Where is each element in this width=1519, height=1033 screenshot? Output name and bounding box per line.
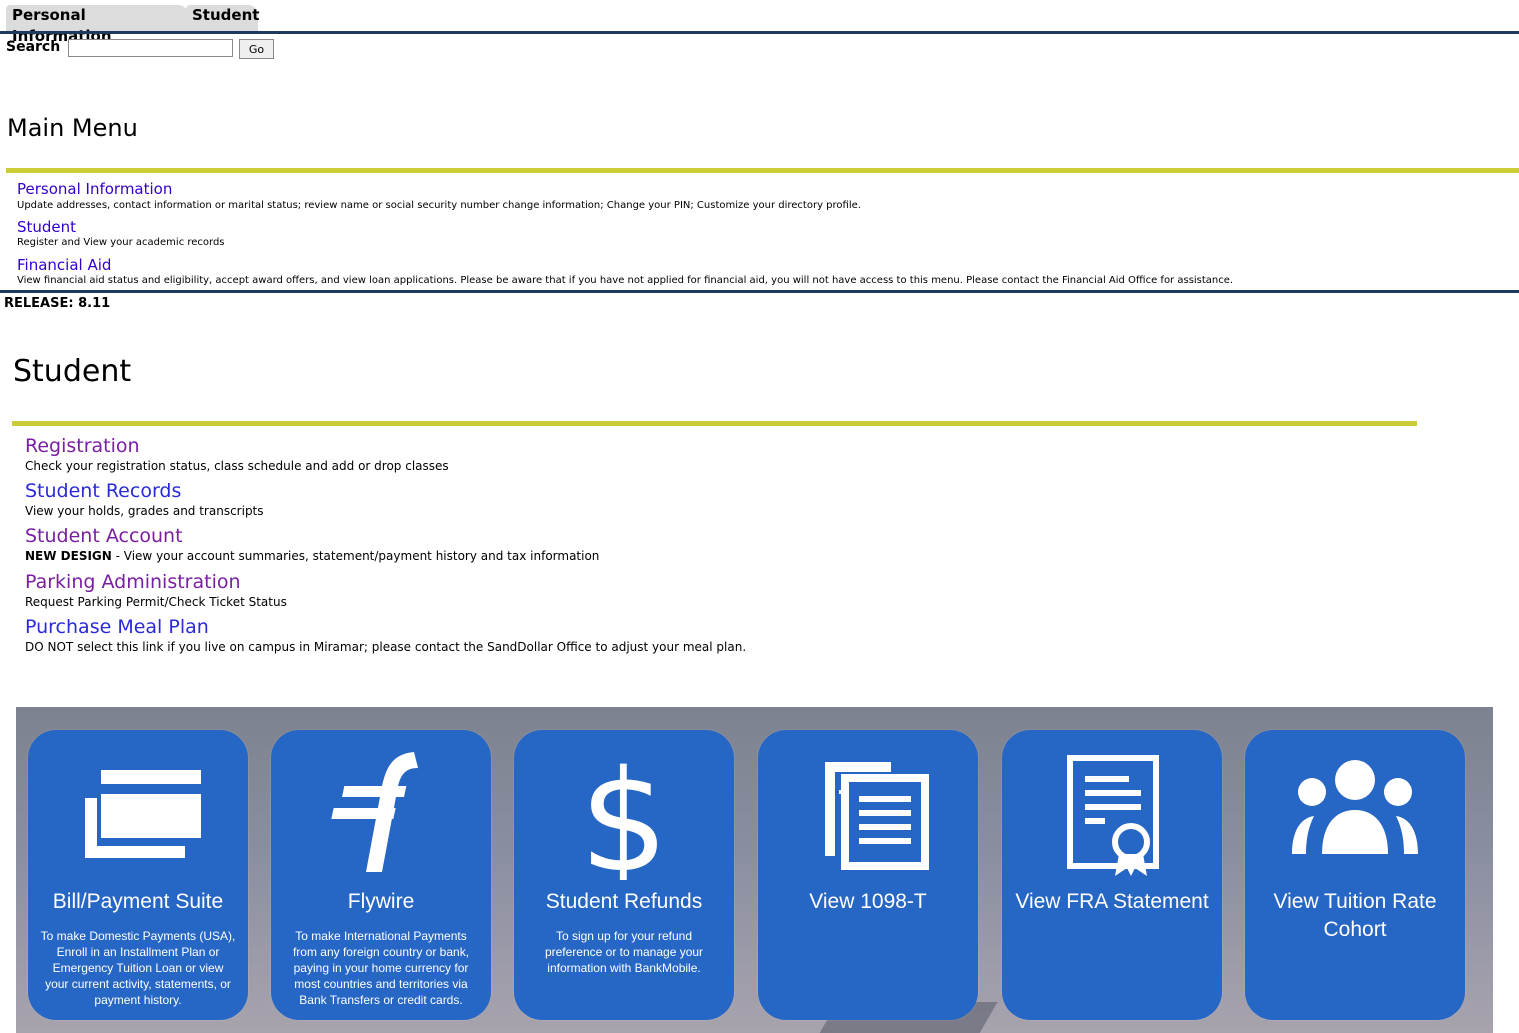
tile-title: Flywire	[347, 890, 415, 913]
tab-bar: Personal Information Student	[0, 0, 1519, 45]
release-text: RELEASE: 8.11	[4, 296, 111, 311]
group-icon	[1292, 760, 1418, 854]
menu-desc-personal-information: Update addresses, contact information or…	[17, 200, 861, 211]
services-tile-panel: Bill/Payment Suite To make Domestic Paym…	[16, 707, 1493, 1033]
search-label: Search	[6, 39, 61, 55]
menu-link-financial-aid[interactable]: Financial Aid	[17, 256, 111, 274]
student-desc-parking: Request Parking Permit/Check Ticket Stat…	[25, 595, 287, 609]
credit-card-icon	[85, 770, 201, 858]
flywire-logo-icon	[331, 752, 418, 872]
tile-title: View FRA Statement	[1015, 890, 1209, 913]
tile-description: To sign up for your refund preference or…	[544, 929, 704, 975]
tab-personal-information[interactable]: Personal Information	[6, 5, 188, 45]
tile-title: View Tuition Rate Cohort	[1273, 890, 1437, 941]
student-desc-meal-plan: DO NOT select this link if you live on c…	[25, 640, 747, 654]
menu-link-personal-information[interactable]: Personal Information	[17, 180, 172, 198]
main-menu-divider	[6, 168, 1519, 173]
tile-student-refunds[interactable]: $ Student Refunds To sign up for your re…	[514, 730, 734, 1020]
student-link-meal-plan[interactable]: Purchase Meal Plan	[25, 616, 209, 638]
student-link-parking[interactable]: Parking Administration	[25, 571, 241, 593]
new-design-badge: NEW DESIGN	[25, 549, 112, 563]
student-divider	[12, 421, 1417, 426]
tile-title: Bill/Payment Suite	[52, 890, 224, 913]
tile-view-1098t[interactable]: View 1098-T	[758, 730, 978, 1020]
certificate-icon	[1067, 755, 1159, 876]
student-link-account[interactable]: Student Account	[25, 525, 183, 547]
tile-description: To make International Payments from any …	[292, 929, 470, 1007]
footer-divider	[0, 290, 1519, 293]
tile-bill-payment-suite[interactable]: Bill/Payment Suite To make Domestic Paym…	[28, 730, 248, 1020]
go-button[interactable]: Go	[239, 39, 274, 59]
student-title: Student	[13, 354, 132, 389]
menu-desc-student: Register and View your academic records	[17, 237, 225, 248]
menu-desc-financial-aid: View financial aid status and eligibilit…	[17, 275, 1234, 286]
student-desc-account-text: - View your account summaries, statement…	[111, 549, 600, 563]
documents-icon	[825, 762, 929, 870]
menu-link-student[interactable]: Student	[17, 218, 76, 236]
student-desc-registration: Check your registration status, class sc…	[25, 459, 449, 473]
search-input[interactable]	[68, 39, 233, 57]
student-link-records[interactable]: Student Records	[25, 480, 181, 502]
tab-divider	[0, 31, 1519, 34]
tile-description: To make Domestic Payments (USA), Enroll …	[40, 929, 236, 1007]
tile-flywire[interactable]: Flywire To make International Payments f…	[271, 730, 491, 1020]
tile-view-fra-statement[interactable]: View FRA Statement	[1002, 730, 1222, 1020]
svg-text:$: $	[579, 750, 668, 880]
tile-view-tuition-rate-cohort[interactable]: View Tuition Rate Cohort	[1245, 730, 1465, 1020]
tile-title: View 1098-T	[809, 890, 927, 913]
main-menu-title: Main Menu	[7, 114, 138, 142]
tab-student[interactable]: Student	[186, 5, 259, 32]
tile-title: Student Refunds	[545, 890, 703, 913]
dollar-icon: $	[579, 750, 668, 880]
student-link-registration[interactable]: Registration	[25, 435, 140, 457]
student-desc-account: NEW DESIGN - View your account summaries…	[25, 549, 599, 563]
student-desc-records: View your holds, grades and transcripts	[25, 504, 264, 518]
